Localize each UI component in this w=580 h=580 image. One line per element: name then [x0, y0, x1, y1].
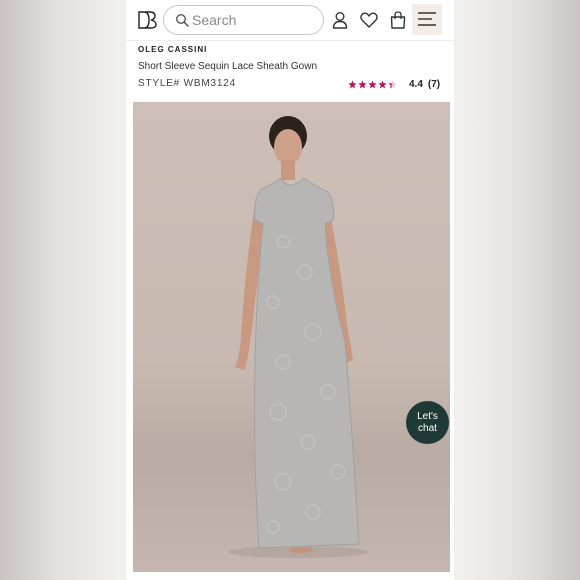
bottom-strip	[126, 572, 454, 580]
search-input[interactable]	[192, 9, 317, 31]
lets-chat-button[interactable]: Let's chat	[406, 401, 449, 444]
search-box[interactable]	[163, 5, 324, 35]
db-logo-icon[interactable]	[136, 9, 158, 31]
style-number: STYLE# WBM3124	[138, 78, 236, 89]
menu-button[interactable]	[412, 4, 442, 35]
rating-stars	[348, 79, 397, 89]
account-icon[interactable]	[330, 10, 350, 30]
model-in-gown-image	[228, 116, 368, 558]
search-icon[interactable]	[175, 13, 189, 27]
star-icon	[348, 79, 357, 88]
site-header	[126, 0, 454, 40]
rating-score: 4.4	[409, 78, 423, 90]
product-image[interactable]: Let's chat	[133, 102, 450, 572]
header-divider	[126, 40, 454, 41]
star-icon	[378, 79, 387, 88]
brand-name[interactable]: OLEG CASSINI	[138, 45, 207, 54]
bag-icon[interactable]	[388, 10, 408, 30]
star-icon	[358, 79, 367, 88]
product-name: Short Sleeve Sequin Lace Sheath Gown	[138, 61, 318, 72]
product-rating[interactable]: 4.4 (7)	[348, 77, 440, 91]
heart-icon[interactable]	[359, 10, 379, 30]
star-icon	[388, 79, 397, 88]
review-count[interactable]: (7)	[428, 79, 440, 90]
chat-label-line1: Let's	[417, 410, 438, 422]
star-icon	[368, 79, 377, 88]
mobile-page: OLEG CASSINI Short Sleeve Sequin Lace Sh…	[126, 0, 454, 580]
chat-label-line2: chat	[418, 422, 437, 434]
menu-icon	[418, 12, 436, 26]
